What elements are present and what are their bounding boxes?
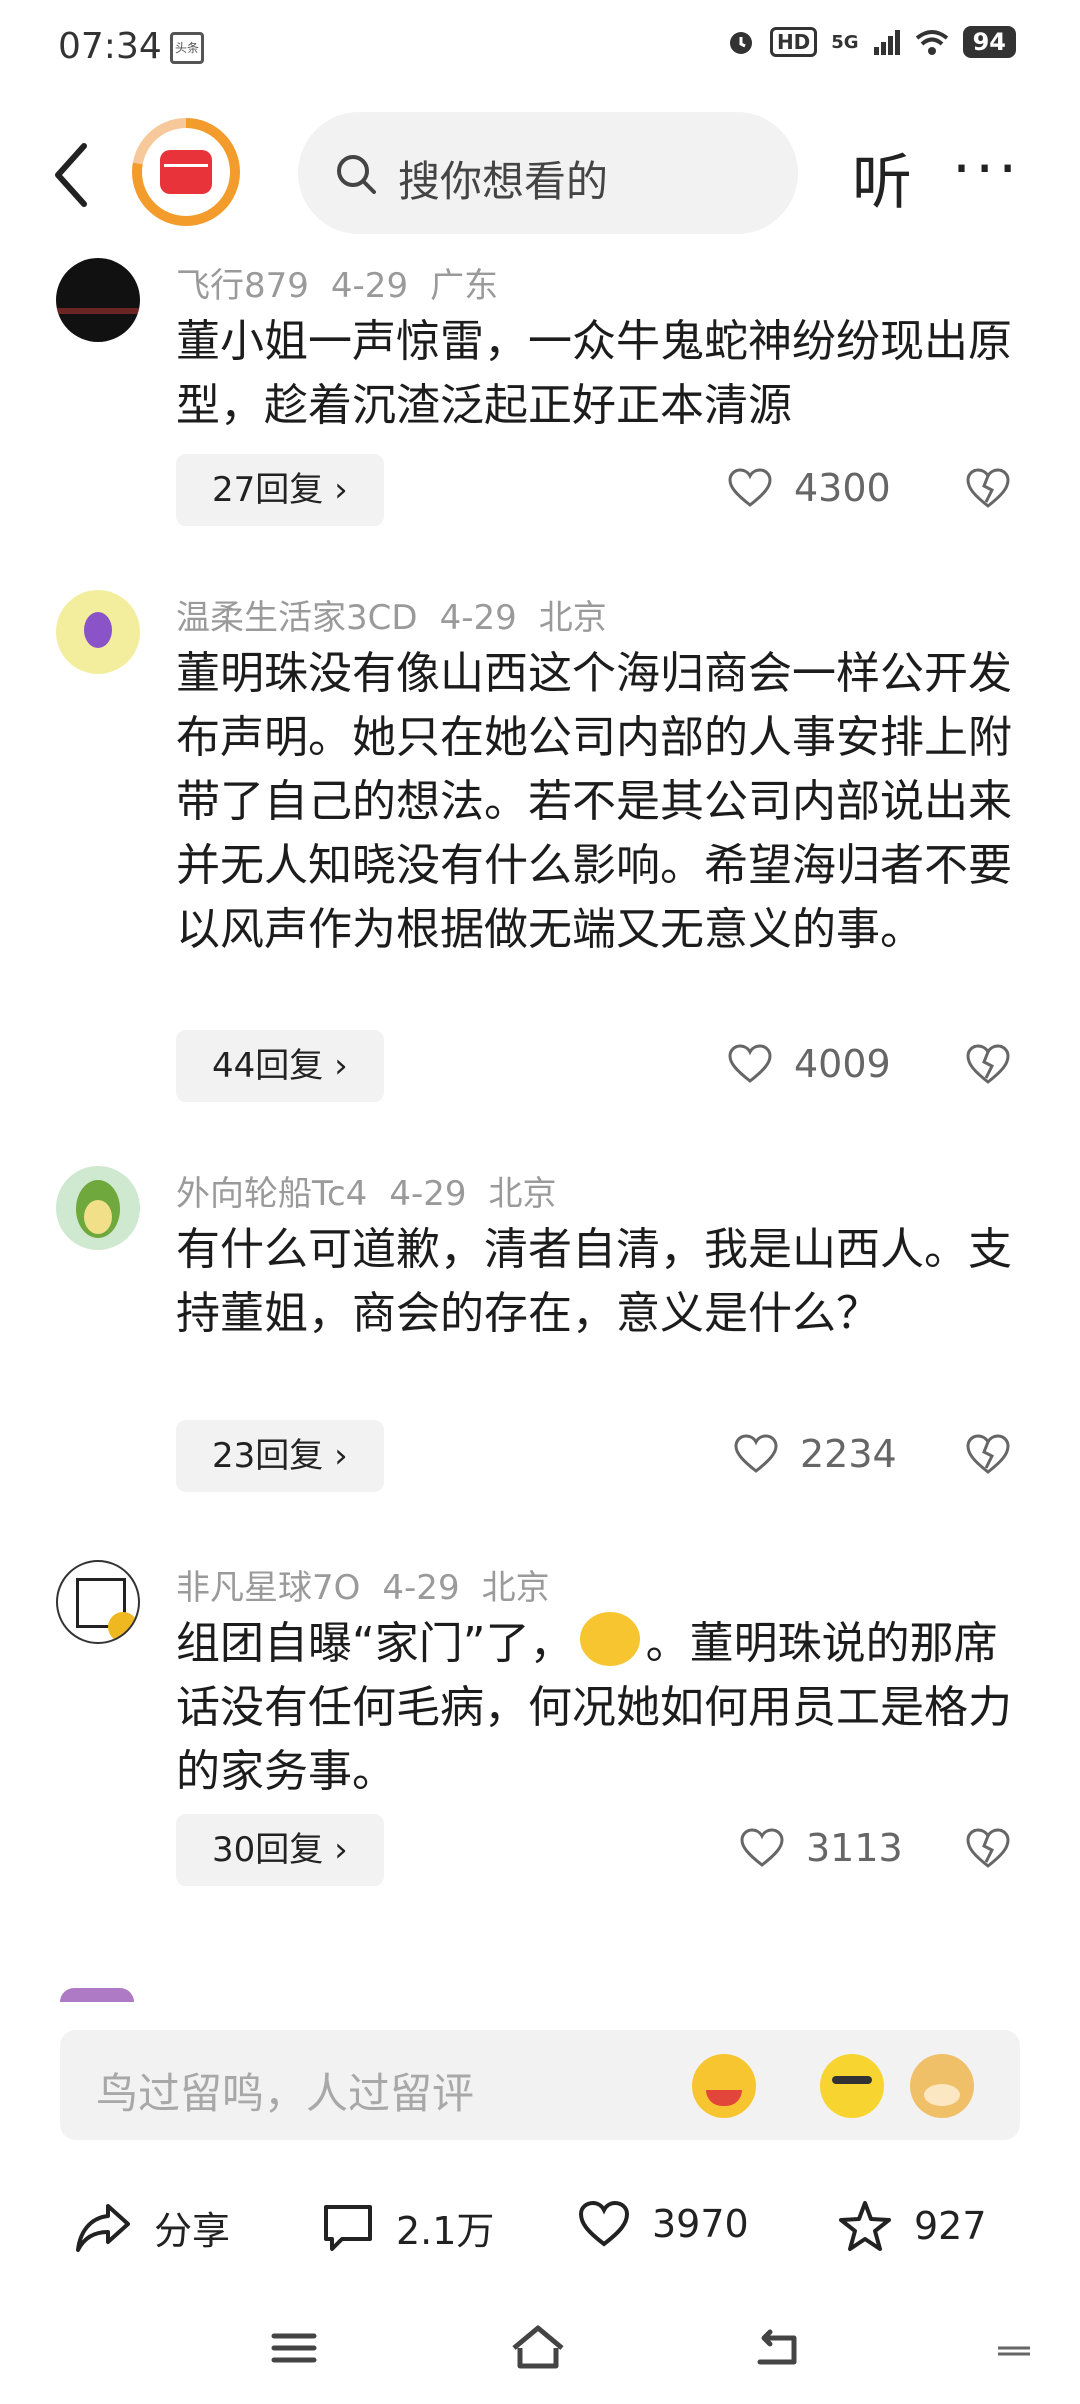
- comment-username[interactable]: 温柔生活家3CD: [176, 598, 418, 638]
- hd-icon: HD: [769, 27, 818, 57]
- dislike-icon[interactable]: [966, 1826, 1010, 1870]
- avatar[interactable]: [56, 1166, 140, 1250]
- star-icon: [839, 2201, 891, 2251]
- comment-text: 有什么可道歉，清者自清，我是山西人。支持董姐，商会的存在，意义是什么？: [176, 1224, 1012, 1339]
- search-icon: [337, 155, 376, 194]
- home-icon[interactable]: [508, 2318, 568, 2378]
- share-label: 分享: [154, 2209, 231, 2253]
- likes-count: 3970: [652, 2202, 749, 2246]
- alarm-icon: [729, 32, 752, 54]
- share-button[interactable]: 分享: [74, 2200, 230, 2255]
- heart-icon: [578, 2200, 630, 2247]
- comment-location: 北京: [481, 1568, 550, 1608]
- comment-location: 北京: [538, 598, 607, 638]
- dislike-icon[interactable]: [966, 466, 1010, 510]
- search-input[interactable]: 搜你想看的: [298, 112, 798, 234]
- menu-icon[interactable]: [264, 2318, 324, 2378]
- status-time: 07:34: [58, 26, 162, 67]
- back-nav-icon[interactable]: [748, 2318, 808, 2378]
- like-post-button[interactable]: 3970: [578, 2200, 749, 2248]
- dislike-icon[interactable]: [966, 1432, 1010, 1476]
- expand-handle-icon: [998, 2346, 1030, 2356]
- replies-button[interactable]: 23回复 ›: [176, 1420, 384, 1492]
- back-arrow-icon[interactable]: [48, 140, 98, 210]
- comment-meta: 温柔生活家3CD 4-29 北京: [176, 590, 629, 639]
- replies-count: 23回复: [212, 1436, 324, 1476]
- comment-location: 北京: [488, 1174, 557, 1214]
- comment-text: 董小姐一声惊雷，一众牛鬼蛇神纷纷现出原型，趁着沉渣泛起正好正本清源: [176, 316, 1012, 431]
- comment-username[interactable]: 飞行879: [176, 266, 309, 306]
- like-button[interactable]: 4009: [728, 1042, 891, 1086]
- search-placeholder: 搜你想看的: [398, 157, 609, 206]
- share-icon: [76, 2203, 130, 2252]
- like-count: 4009: [794, 1042, 891, 1086]
- smirk-emoji-icon[interactable]: [820, 2054, 884, 2118]
- comment-date: 4-29: [330, 266, 409, 306]
- avatar[interactable]: [56, 1560, 140, 1644]
- signal-icon: [873, 30, 900, 55]
- replies-count: 30回复: [212, 1830, 324, 1870]
- system-nav-bar: [0, 2300, 1080, 2404]
- laughing-emoji-icon[interactable]: [692, 2054, 756, 2118]
- comment-meta: 飞行879 4-29 广东: [176, 258, 520, 307]
- like-button[interactable]: 4300: [728, 466, 891, 510]
- comment-meta: 非凡星球7O 4-29 北京: [176, 1560, 572, 1609]
- heart-icon: [728, 1044, 772, 1083]
- comments-count: 2.1万: [396, 2209, 495, 2253]
- comment-meta: 外向轮船Tc4 4-29 北京: [176, 1166, 579, 1215]
- heart-icon: [728, 468, 772, 507]
- wifi-icon: [915, 30, 948, 55]
- replies-count: 27回复: [212, 470, 324, 510]
- hand-over-mouth-emoji-icon: [579, 1612, 640, 1666]
- replies-button[interactable]: 30回复 ›: [176, 1814, 384, 1886]
- replies-count: 44回复: [212, 1046, 324, 1086]
- heart-icon: [734, 1434, 778, 1473]
- network-type: 5G: [831, 31, 859, 53]
- like-button[interactable]: 3113: [740, 1826, 903, 1870]
- favorites-count: 927: [914, 2204, 987, 2248]
- battery-icon: 94: [962, 26, 1016, 58]
- listen-button[interactable]: 听: [852, 134, 912, 221]
- like-button[interactable]: 2234: [734, 1432, 897, 1476]
- like-count: 2234: [800, 1432, 897, 1476]
- status-indicators: HD 5G 94: [726, 26, 1016, 58]
- favorite-button[interactable]: 927: [838, 2200, 987, 2252]
- comment-date: 4-29: [439, 598, 517, 638]
- like-count: 4300: [794, 466, 891, 510]
- comment-date: 4-29: [382, 1568, 460, 1608]
- toutiao-notification-icon: 头条: [170, 32, 204, 64]
- avatar[interactable]: [56, 590, 140, 674]
- avatar[interactable]: [56, 258, 140, 342]
- comments-button[interactable]: 2.1万: [322, 2200, 494, 2255]
- dislike-icon[interactable]: [966, 1042, 1010, 1086]
- doge-emoji-icon[interactable]: [910, 2054, 974, 2118]
- comment-text: 董明珠没有像山西这个海归商会一样公开发布声明。她只在她公司内部的人事安排上附带了…: [176, 648, 1012, 955]
- top-bar: 搜你想看的 听 ···: [0, 110, 1080, 236]
- status-bar: 07:34 头条 HD 5G 94: [0, 0, 1080, 96]
- comment-location: 广东: [430, 266, 499, 306]
- comment-date: 4-29: [389, 1174, 467, 1214]
- replies-button[interactable]: 44回复 ›: [176, 1030, 384, 1102]
- heart-icon: [740, 1828, 784, 1867]
- comment-input-placeholder: 鸟过留鸣，人过留评: [96, 2069, 475, 2118]
- like-count: 3113: [806, 1826, 903, 1870]
- comment-username[interactable]: 外向轮船Tc4: [176, 1174, 367, 1214]
- comment-input[interactable]: 鸟过留鸣，人过留评: [60, 2030, 1020, 2140]
- comment-username[interactable]: 非凡星球7O: [176, 1568, 360, 1608]
- bottom-action-bar: 分享 2.1万 3970 927: [0, 2170, 1080, 2290]
- more-options-button[interactable]: ···: [952, 134, 1021, 204]
- replies-button[interactable]: 27回复 ›: [176, 454, 384, 526]
- comment-icon: [324, 2204, 372, 2251]
- next-comment-avatar: [60, 1988, 134, 2002]
- toutiao-logo-icon[interactable]: [132, 118, 240, 226]
- comment-text: 组团自曝“家门”了， 。董明珠说的那席话没有任何毛病，何况她如何用员工是格力的家务…: [176, 1612, 1026, 1804]
